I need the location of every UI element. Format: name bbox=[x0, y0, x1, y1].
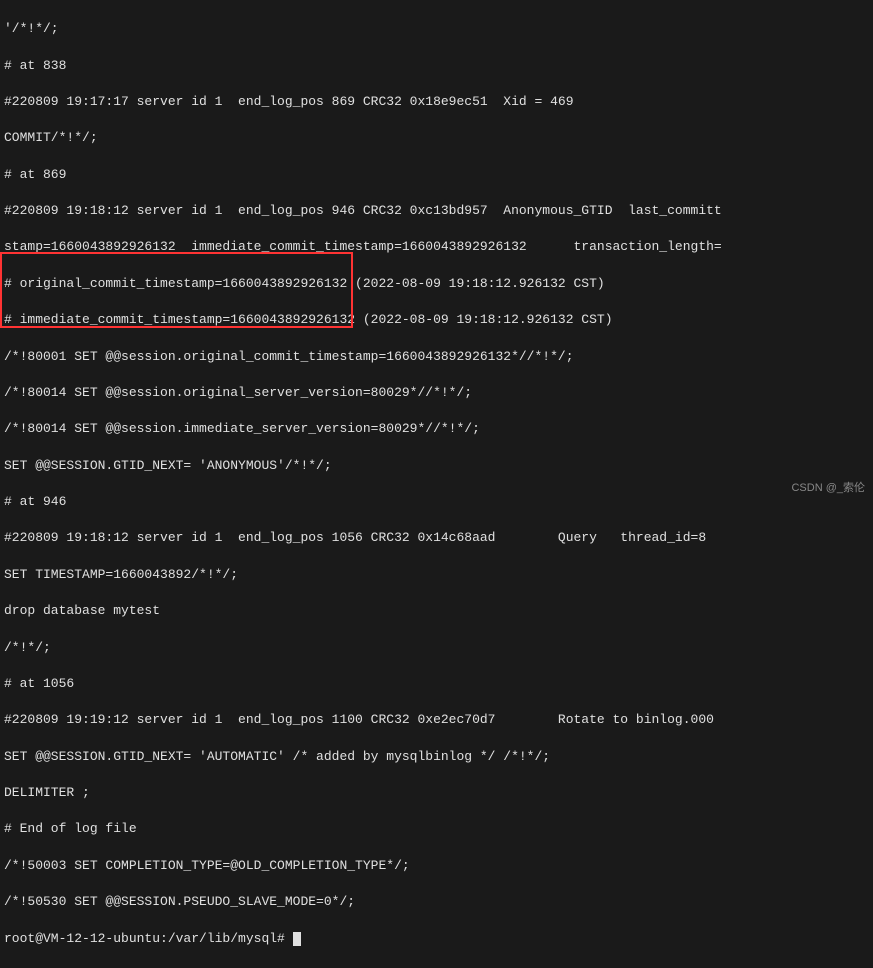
log-line: SET @@SESSION.GTID_NEXT= 'ANONYMOUS'/*!*… bbox=[4, 457, 869, 475]
log-line: SET @@SESSION.GTID_NEXT= 'AUTOMATIC' /* … bbox=[4, 748, 869, 766]
log-line-highlighted: SET TIMESTAMP=1660043892/*!*/; bbox=[4, 566, 869, 584]
log-line: /*!80014 SET @@session.original_server_v… bbox=[4, 384, 869, 402]
terminal-output[interactable]: '/*!*/; # at 838 #220809 19:17:17 server… bbox=[0, 0, 873, 968]
log-line: #220809 19:18:12 server id 1 end_log_pos… bbox=[4, 202, 869, 220]
log-line: # original_commit_timestamp=166004389292… bbox=[4, 275, 869, 293]
log-line-highlighted: drop database mytest bbox=[4, 602, 869, 620]
log-line: stamp=1660043892926132 immediate_commit_… bbox=[4, 238, 869, 256]
log-line: '/*!*/; bbox=[4, 20, 869, 38]
log-line: /*!50003 SET COMPLETION_TYPE=@OLD_COMPLE… bbox=[4, 857, 869, 875]
log-line: /*!*/; bbox=[4, 639, 869, 657]
log-line: # at 869 bbox=[4, 166, 869, 184]
log-line-highlighted: #220809 19:18:12 server id 1 end_log_pos… bbox=[4, 529, 869, 547]
log-line: # End of log file bbox=[4, 820, 869, 838]
log-line: # at 1056 bbox=[4, 675, 869, 693]
log-line: # immediate_commit_timestamp=16600438929… bbox=[4, 311, 869, 329]
log-line: # at 838 bbox=[4, 57, 869, 75]
log-line: /*!80014 SET @@session.immediate_server_… bbox=[4, 420, 869, 438]
log-line: #220809 19:17:17 server id 1 end_log_pos… bbox=[4, 93, 869, 111]
log-line: DELIMITER ; bbox=[4, 784, 869, 802]
prompt-line[interactable]: root@VM-12-12-ubuntu:/var/lib/mysql# bbox=[4, 930, 869, 948]
log-line-highlighted: # at 946 bbox=[4, 493, 869, 511]
cursor-icon bbox=[293, 932, 301, 946]
shell-prompt: root@VM-12-12-ubuntu:/var/lib/mysql# bbox=[4, 931, 293, 946]
log-line: /*!80001 SET @@session.original_commit_t… bbox=[4, 348, 869, 366]
log-line: /*!50530 SET @@SESSION.PSEUDO_SLAVE_MODE… bbox=[4, 893, 869, 911]
log-line: COMMIT/*!*/; bbox=[4, 129, 869, 147]
watermark-text: CSDN @_索伦 bbox=[791, 481, 865, 496]
log-line: #220809 19:19:12 server id 1 end_log_pos… bbox=[4, 711, 869, 729]
